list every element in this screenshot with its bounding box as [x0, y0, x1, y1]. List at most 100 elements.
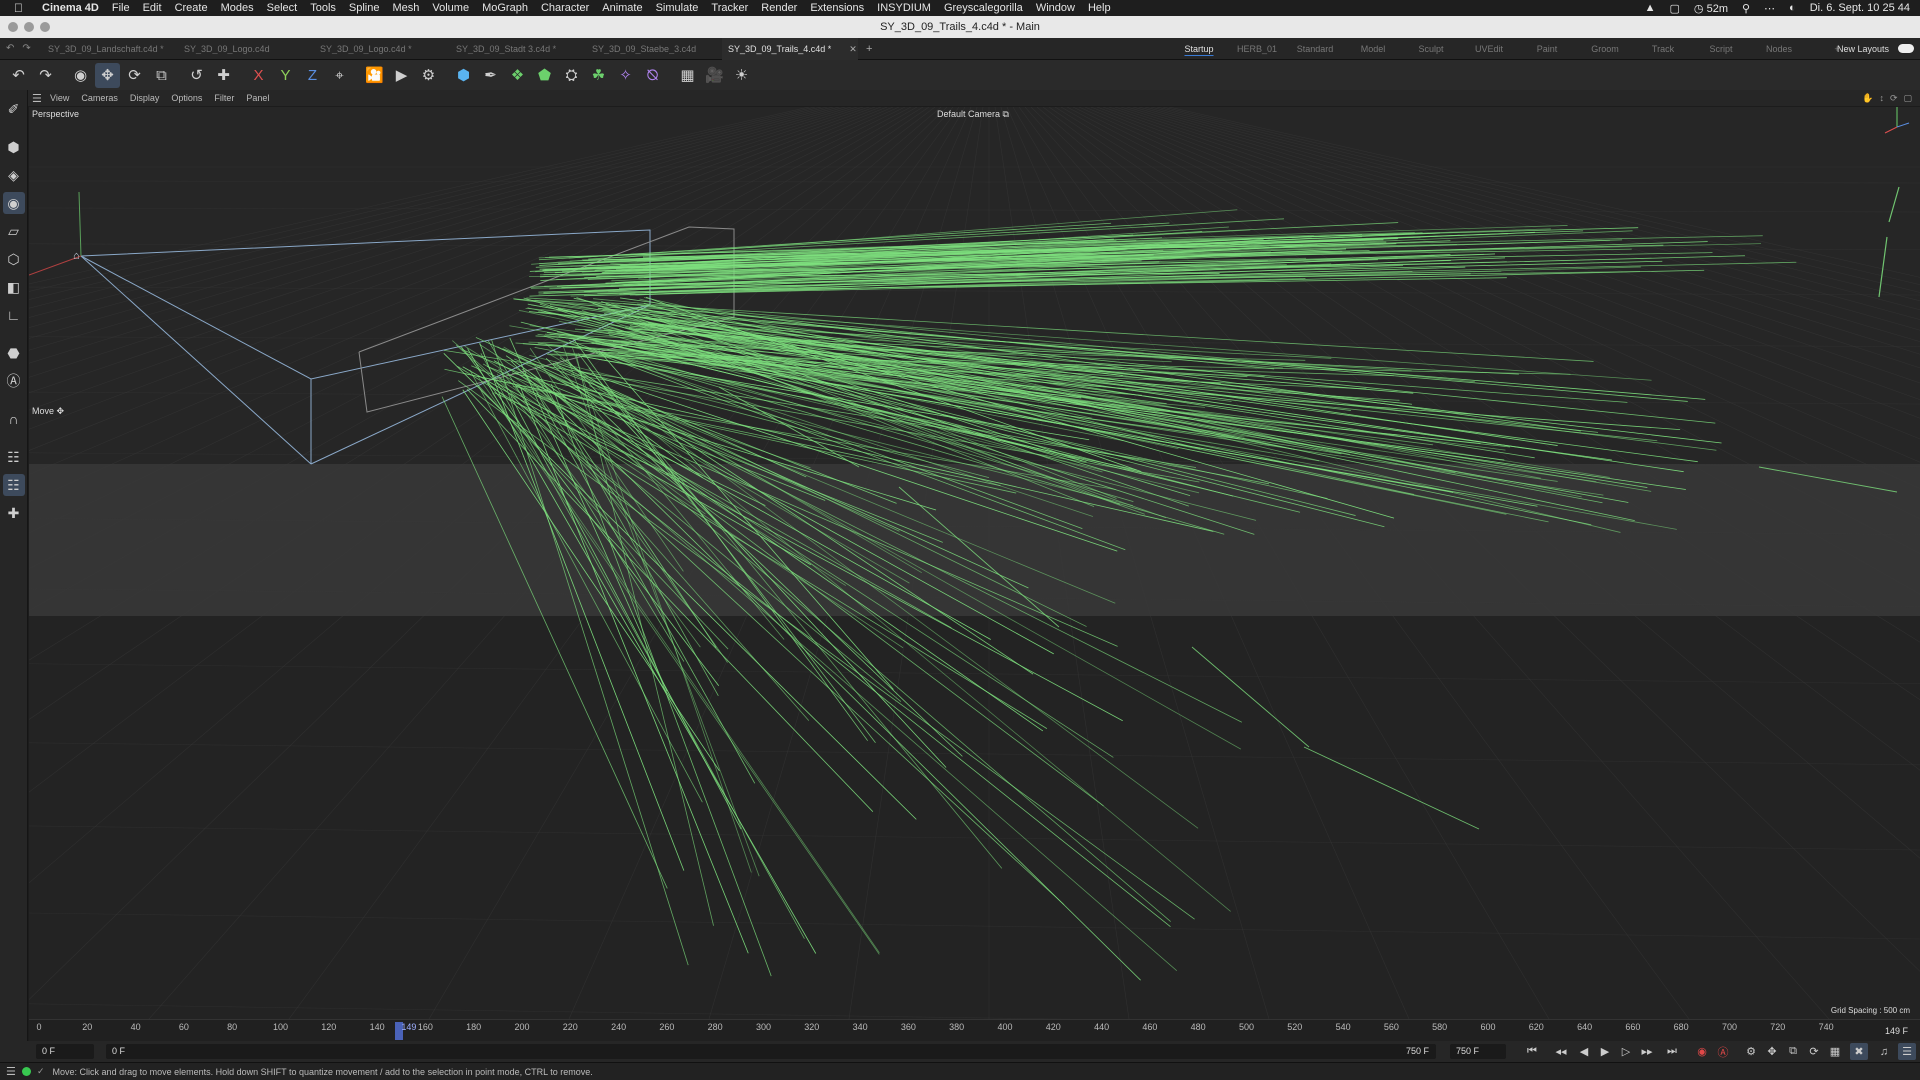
document-tab-active[interactable]: SY_3D_09_Trails_4.c4d * ✕: [722, 37, 858, 60]
rotation-key-icon[interactable]: ⟳: [1805, 1043, 1823, 1060]
menu-greyscalegorilla[interactable]: Greyscalegorilla: [944, 2, 1023, 14]
menu-tools[interactable]: Tools: [310, 2, 336, 14]
close-tab-icon[interactable]: ✕: [849, 44, 857, 54]
start-frame-field[interactable]: 0 F: [36, 1044, 94, 1059]
viewport-canvas[interactable]: ⌂: [29, 107, 1920, 1019]
menu-volume[interactable]: Volume: [432, 2, 469, 14]
search-icon[interactable]: ⚲: [1742, 2, 1750, 15]
viewport-menu-panel[interactable]: Panel: [246, 93, 269, 103]
document-tab[interactable]: SY_3D_09_Staebe_3.c4d: [586, 44, 722, 54]
edit-render-icon[interactable]: ✐: [3, 98, 25, 120]
orbit-icon[interactable]: ⟳: [1890, 93, 1898, 104]
render-view-icon[interactable]: ▶: [389, 63, 414, 88]
timeline-settings-icon[interactable]: ☰: [1898, 1043, 1916, 1060]
undo-icon[interactable]: ↶: [6, 63, 31, 88]
parameter-key-icon[interactable]: ▦: [1826, 1043, 1844, 1060]
layout-tab-uvedit[interactable]: UVEdit: [1460, 44, 1518, 54]
solo-icon[interactable]: ⬣: [3, 342, 25, 364]
redo-small-icon[interactable]: ↷: [22, 43, 30, 54]
layout-tab-startup[interactable]: Startup: [1170, 44, 1228, 54]
sound-icon[interactable]: ♫: [1875, 1043, 1893, 1060]
menu-render[interactable]: Render: [761, 2, 797, 14]
workplane-icon[interactable]: ☷: [2, 474, 25, 496]
field-icon[interactable]: ☘: [586, 63, 611, 88]
polygons-mode-icon[interactable]: ◧: [3, 276, 25, 298]
scale-key-icon[interactable]: ⧉: [1784, 1043, 1802, 1060]
zoom-window-icon[interactable]: [40, 22, 50, 32]
pan-icon[interactable]: ✋: [1862, 93, 1873, 104]
model-mode-icon[interactable]: ⬢: [3, 136, 25, 158]
current-frame-field[interactable]: 0 F: [106, 1044, 1436, 1059]
viewport-menu-icon[interactable]: ☰: [28, 92, 50, 105]
menu-extensions[interactable]: Extensions: [810, 2, 864, 14]
scale-tool-icon[interactable]: ⧉: [149, 63, 174, 88]
camera-object-icon[interactable]: ⌂: [73, 250, 80, 262]
coordinates-icon[interactable]: ✚: [211, 63, 236, 88]
viewport-menu-options[interactable]: Options: [171, 93, 202, 103]
menu-help[interactable]: Help: [1088, 2, 1111, 14]
live-selection-icon[interactable]: ◉: [68, 63, 93, 88]
document-tab[interactable]: SY_3D_09_Landschaft.c4d *: [42, 44, 178, 54]
layout-tab-track[interactable]: Track: [1634, 44, 1692, 54]
minimize-window-icon[interactable]: [24, 22, 34, 32]
magnet-icon[interactable]: ∩: [3, 408, 25, 430]
layout-tab-sculpt[interactable]: Sculpt: [1402, 44, 1460, 54]
viewport-menu-view[interactable]: View: [50, 93, 69, 103]
axis-icon[interactable]: Ⓐ: [3, 370, 25, 392]
axis-x-lock-button[interactable]: X: [246, 63, 271, 88]
subdivision-icon[interactable]: ❖: [505, 63, 530, 88]
menu-mesh[interactable]: Mesh: [392, 2, 419, 14]
effector-icon[interactable]: ⦰: [640, 63, 665, 88]
layout-tab-nodes[interactable]: Nodes: [1750, 44, 1808, 54]
quantize-icon[interactable]: ✚: [3, 502, 25, 524]
document-tab[interactable]: SY_3D_09_Logo.c4d: [178, 44, 314, 54]
new-tab-icon[interactable]: +: [866, 43, 872, 55]
axis-y-lock-button[interactable]: Y: [273, 63, 298, 88]
viewport-camera-label[interactable]: Default Camera ⧉: [937, 109, 1009, 120]
menu-edit[interactable]: Edit: [143, 2, 162, 14]
preview-end-field[interactable]: 750 F: [1450, 1044, 1506, 1059]
app-menu[interactable]: Cinema 4D: [42, 2, 99, 14]
layout-tab-paint[interactable]: Paint: [1518, 44, 1576, 54]
camera-icon[interactable]: 🎥: [702, 63, 727, 88]
previous-frame-icon[interactable]: ◀: [1575, 1043, 1593, 1060]
menu-spline[interactable]: Spline: [349, 2, 380, 14]
layout-tab-groom[interactable]: Groom: [1576, 44, 1634, 54]
extrude-generator-icon[interactable]: ⬟: [532, 63, 557, 88]
end-frame-field[interactable]: 750 F: [1400, 1044, 1438, 1059]
coordinate-system-icon[interactable]: ⌖: [327, 63, 352, 88]
redo-icon[interactable]: ↷: [33, 63, 58, 88]
texture-mode-icon[interactable]: ◈: [3, 164, 25, 186]
maximize-view-icon[interactable]: ▢: [1903, 93, 1912, 104]
next-frame-icon[interactable]: ▷: [1617, 1043, 1635, 1060]
menu-animate[interactable]: Animate: [602, 2, 642, 14]
play-icon[interactable]: ▶: [1596, 1043, 1614, 1060]
record-icon[interactable]: ◉: [1693, 1043, 1711, 1060]
floor-grid-icon[interactable]: ▦: [675, 63, 700, 88]
autokey-icon[interactable]: Ⓐ: [1714, 1043, 1732, 1060]
screen-icon[interactable]: ▢: [1670, 2, 1680, 15]
previous-key-icon[interactable]: ◂◂: [1552, 1043, 1570, 1060]
rotate-tool-icon[interactable]: ⟳: [122, 63, 147, 88]
control-center-icon[interactable]: ◐: [1789, 2, 1796, 14]
menu-select[interactable]: Select: [267, 2, 298, 14]
viewport-menu-filter[interactable]: Filter: [214, 93, 234, 103]
viewport-menu-display[interactable]: Display: [130, 93, 160, 103]
close-window-icon[interactable]: [8, 22, 18, 32]
battery-status[interactable]: ◷ 52m: [1694, 2, 1728, 15]
dolly-icon[interactable]: ↕: [1879, 93, 1884, 104]
viewport-perspective[interactable]: ⌂ Perspective Default Camera ⧉ Move ✥ Gr…: [29, 107, 1920, 1019]
menu-character[interactable]: Character: [541, 2, 589, 14]
layout-tab-herb[interactable]: HERB_01: [1228, 44, 1286, 54]
layout-toggle[interactable]: [1898, 44, 1914, 53]
layout-tab-script[interactable]: Script: [1692, 44, 1750, 54]
clock[interactable]: Di. 6. Sept. 10 25 44: [1810, 2, 1910, 14]
points-mode-icon[interactable]: ▱: [3, 220, 25, 242]
layout-tab-model[interactable]: Model: [1344, 44, 1402, 54]
apple-icon[interactable]: : [14, 1, 30, 15]
document-tab[interactable]: SY_3D_09_Logo.c4d *: [314, 44, 450, 54]
point-level-icon[interactable]: ✖: [1850, 1043, 1868, 1060]
status-menu-icon[interactable]: ☰: [6, 1065, 16, 1078]
undo-small-icon[interactable]: ↶: [6, 43, 14, 54]
more-icon[interactable]: ⋯: [1764, 2, 1775, 15]
